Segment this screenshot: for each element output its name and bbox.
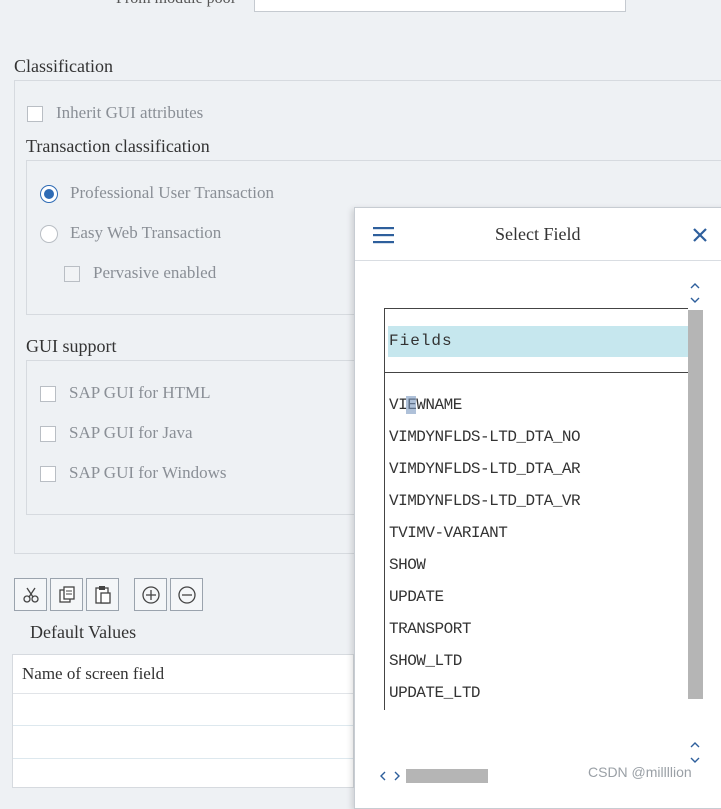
watermark: CSDN @millllion <box>588 764 692 780</box>
table-header-row: Name of screen field <box>13 655 353 694</box>
inherit-gui-label: Inherit GUI attributes <box>56 103 204 122</box>
copy-button[interactable] <box>50 578 83 611</box>
easy-web-radio[interactable] <box>40 225 58 243</box>
vertical-scrollbar[interactable] <box>688 310 703 699</box>
dialog-title: Select Field <box>495 224 581 244</box>
add-button[interactable] <box>134 578 167 611</box>
table-row[interactable] <box>13 693 353 726</box>
field-item[interactable]: TRANSPORT <box>389 620 471 638</box>
paste-button[interactable] <box>86 578 119 611</box>
list-header-label: Fields <box>389 332 453 350</box>
field-item[interactable]: SHOW <box>389 556 426 574</box>
dialog-header: Select Field <box>355 208 721 261</box>
scroll-up-icon[interactable] <box>689 281 701 305</box>
scroll-left-right-icon[interactable] <box>379 770 403 782</box>
paste-icon <box>95 586 111 604</box>
field-item-viewname[interactable]: VIEWNAME <box>389 396 462 414</box>
pervasive-label: Pervasive enabled <box>93 263 217 282</box>
field-item[interactable]: VIMDYNFLDS-LTD_DTA_VR <box>389 492 581 510</box>
default-values-table: Name of screen field <box>12 654 354 788</box>
sap-gui-windows-label: SAP GUI for Windows <box>69 463 227 482</box>
text-cursor <box>406 396 416 414</box>
minus-circle-icon <box>178 586 196 604</box>
field-item[interactable]: UPDATE_LTD <box>389 684 481 702</box>
transaction-classification-title: Transaction classification <box>26 136 210 156</box>
scroll-down-icon[interactable] <box>689 740 701 766</box>
pervasive-checkbox[interactable] <box>64 266 80 282</box>
classification-title: Classification <box>14 56 113 76</box>
sap-gui-windows-checkbox[interactable] <box>40 466 56 482</box>
field-item[interactable]: VIMDYNFLDS-LTD_DTA_NO <box>389 428 581 446</box>
sap-gui-java-checkbox[interactable] <box>40 426 56 442</box>
easy-web-label: Easy Web Transaction <box>70 223 222 242</box>
horizontal-scrollbar[interactable] <box>406 769 488 783</box>
cut-icon <box>23 587 39 603</box>
close-icon[interactable] <box>692 227 708 243</box>
sap-gui-html-checkbox[interactable] <box>40 386 56 402</box>
gui-support-title: GUI support <box>26 336 117 356</box>
remove-button[interactable] <box>170 578 203 611</box>
menu-icon[interactable] <box>373 226 395 244</box>
field-item[interactable]: TVIMV-VARIANT <box>389 524 508 542</box>
copy-icon <box>59 586 75 603</box>
professional-user-label: Professional User Transaction <box>70 183 274 202</box>
default-values-title: Default Values <box>30 622 137 642</box>
sap-gui-java-label: SAP GUI for Java <box>69 423 193 442</box>
list-divider <box>384 372 688 373</box>
field-item[interactable]: VIMDYNFLDS-LTD_DTA_AR <box>389 460 581 478</box>
table-row[interactable] <box>13 726 353 759</box>
field-item[interactable]: SHOW_LTD <box>389 652 462 670</box>
cut-button[interactable] <box>14 578 47 611</box>
field-item[interactable]: UPDATE <box>389 588 444 606</box>
from-module-pool-label: From module pool <box>116 0 235 8</box>
sap-gui-html-label: SAP GUI for HTML <box>69 383 211 402</box>
list-header: Fields <box>388 326 688 357</box>
inherit-gui-checkbox[interactable] <box>27 106 43 122</box>
plus-circle-icon <box>142 586 160 604</box>
from-module-pool-input[interactable] <box>254 0 626 12</box>
column-header-screen-field: Name of screen field <box>22 664 165 683</box>
professional-user-radio[interactable] <box>40 185 58 203</box>
